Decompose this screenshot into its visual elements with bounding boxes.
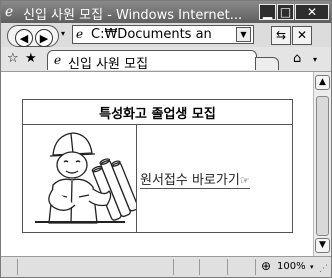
status-divider: [173, 259, 174, 275]
worker-illustration: [35, 132, 139, 224]
notice-table: 특성화고 졸업생 모집 원서접수 바로가기☞: [22, 99, 293, 233]
favorites-star-icon[interactable]: ☆: [7, 51, 19, 66]
apply-link-text: 원서접수 바로가기: [140, 172, 240, 188]
maximize-button[interactable]: □: [277, 4, 294, 20]
magnifier-icon[interactable]: ⊕: [261, 259, 271, 273]
tab-current[interactable]: ℯ 신입 사원 모집: [47, 50, 257, 72]
scroll-down-button[interactable]: ▼: [315, 238, 330, 253]
back-button[interactable]: ◀: [15, 29, 33, 47]
tab-page-icon: ℯ: [54, 53, 62, 67]
status-divider: [227, 259, 228, 275]
resize-grip-icon[interactable]: ⋰: [319, 264, 328, 274]
navigation-buttons: ◀ ▶: [7, 25, 59, 47]
ie-logo-icon: ℯ: [5, 4, 14, 20]
browser-window: ℯ 신입 사원 모집 - Windows Internet... ▁ □ ✕ ◀…: [0, 0, 332, 278]
link-cell: 원서접수 바로가기☞: [136, 124, 293, 233]
forward-button[interactable]: ▶: [35, 29, 53, 47]
status-bar: ⊕ 100% ▾ ⋰: [1, 256, 331, 277]
zoom-dropdown[interactable]: ▾: [310, 263, 314, 271]
pointing-hand-icon: ☞: [239, 173, 250, 187]
tab-title: 신입 사원 모집: [68, 57, 149, 72]
home-icon[interactable]: ⌂: [293, 51, 301, 66]
new-tab-button[interactable]: [255, 57, 279, 70]
minimize-button[interactable]: ▁: [259, 4, 276, 20]
status-divider: [17, 259, 18, 275]
recent-pages-dropdown[interactable]: ▾: [61, 29, 65, 38]
address-bar[interactable]: ℯ C:₩Documents an ▼: [72, 25, 254, 44]
scroll-thumb[interactable]: [316, 96, 329, 236]
stop-button[interactable]: ✕: [292, 26, 312, 45]
home-dropdown[interactable]: ▾: [313, 55, 317, 64]
notice-heading: 특성화고 졸업생 모집: [22, 99, 293, 125]
refresh-button[interactable]: ⇆: [271, 26, 291, 45]
address-input[interactable]: C:₩Documents an: [91, 27, 233, 42]
status-divider: [199, 259, 200, 275]
window-title: 신입 사원 모집 - Windows Internet...: [23, 8, 243, 23]
scroll-up-button[interactable]: ▲: [315, 75, 330, 90]
zoom-level[interactable]: 100%: [277, 261, 306, 272]
address-toolbar: ◀ ▶ ▾ ℯ C:₩Documents an ▼ ⇆ ✕: [1, 23, 331, 47]
title-bar: ℯ 신입 사원 모집 - Windows Internet... ▁ □ ✕: [1, 1, 331, 23]
status-divider: [255, 259, 256, 275]
add-favorites-icon[interactable]: ★: [25, 51, 37, 66]
close-button[interactable]: ✕: [295, 4, 329, 20]
favorites-bar: ☆ ★ ℯ 신입 사원 모집 ⌂ ▾: [1, 47, 331, 72]
page-icon: ℯ: [76, 27, 84, 41]
apply-link[interactable]: 원서접수 바로가기☞: [140, 169, 250, 189]
illustration-cell: [22, 124, 139, 233]
address-dropdown-button[interactable]: ▼: [236, 27, 251, 42]
page-content: 특성화고 졸업생 모집 원서접수 바로가기☞: [1, 72, 313, 256]
vertical-scrollbar[interactable]: ▲ ▼: [313, 72, 331, 256]
